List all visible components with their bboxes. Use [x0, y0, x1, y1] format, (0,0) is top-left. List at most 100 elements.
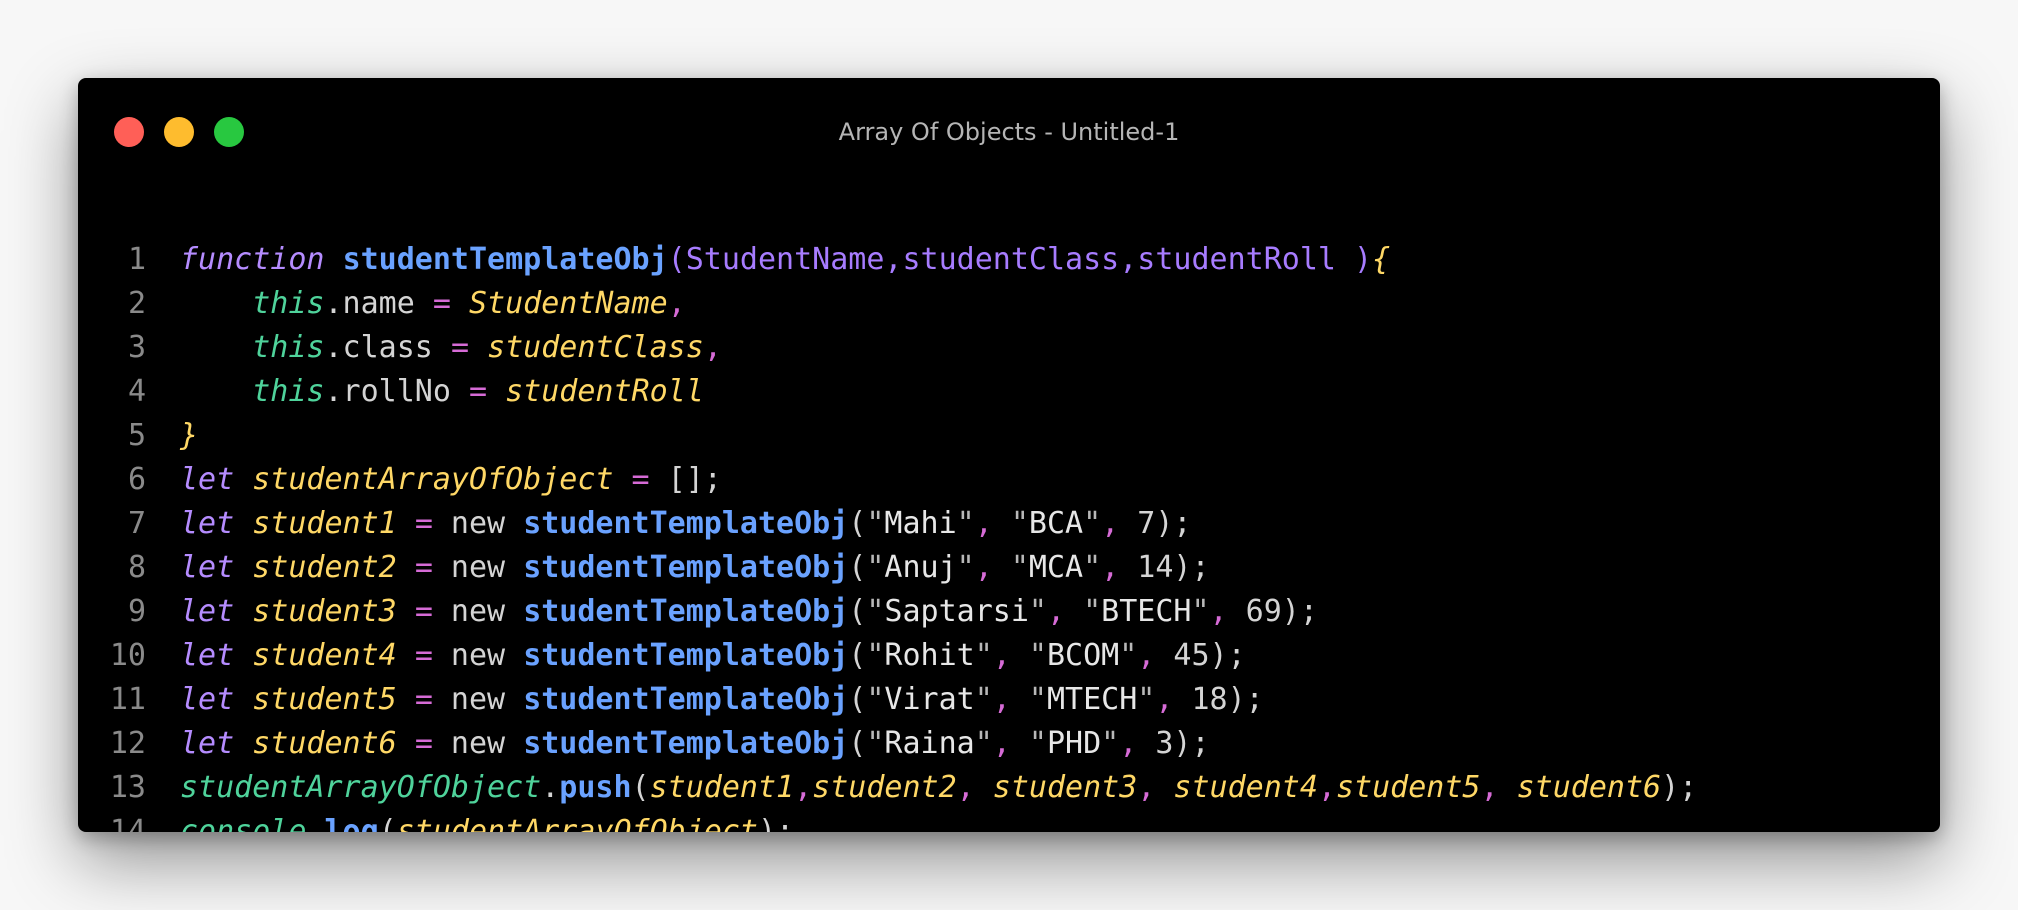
code-line[interactable]: 14 console.log(studentArrayOfObject);: [78, 810, 1940, 832]
code-token: (: [378, 814, 397, 832]
code-token: 14);: [1119, 550, 1210, 585]
code-content: let student3 = new studentTemplateObj("S…: [180, 590, 1318, 634]
line-number: 13: [109, 770, 146, 805]
code-content: let student4 = new studentTemplateObj("R…: [180, 634, 1246, 678]
code-token: ": [1028, 682, 1047, 717]
code-token: let: [180, 506, 235, 541]
code-token: ": [1137, 682, 1156, 717]
code-token: ,: [1480, 770, 1499, 805]
code-token: (: [631, 770, 650, 805]
code-token: studentTemplateObj: [523, 638, 849, 673]
code-token: Anuj: [884, 550, 957, 585]
code-token: student4: [1173, 770, 1318, 805]
code-line[interactable]: 9 let student3 = new studentTemplateObj("…: [78, 590, 1940, 634]
code-line[interactable]: 12 let student6 = new studentTemplateObj(…: [78, 722, 1940, 766]
code-token: new: [432, 682, 524, 717]
code-token: ": [1083, 594, 1102, 629]
code-token: let: [180, 462, 235, 497]
code-token: ,: [956, 770, 975, 805]
code-token: ,: [667, 286, 686, 321]
code-token: ": [866, 638, 885, 673]
code-token: Mahi: [884, 506, 957, 541]
code-line[interactable]: 13 studentArrayOfObject.push(student1,stu…: [78, 766, 1940, 810]
code-token: studentArrayOfObject: [396, 814, 758, 832]
code-token: 69);: [1227, 594, 1318, 629]
code-line[interactable]: 10 let student4 = new studentTemplateObj(…: [78, 634, 1940, 678]
code-token: studentTemplateObj: [523, 506, 849, 541]
code-token: push: [559, 770, 632, 805]
code-token: new: [432, 550, 524, 585]
code-token: =: [414, 594, 433, 629]
code-content: this.name = StudentName,: [180, 282, 686, 326]
code-token: Virat: [884, 682, 975, 717]
code-token: this: [252, 374, 325, 409]
code-token: MCA: [1028, 550, 1084, 585]
code-token: student6: [1516, 770, 1662, 805]
code-content: function studentTemplateObj(StudentName,…: [180, 238, 1390, 282]
code-token: BCA: [1028, 506, 1084, 541]
code-line[interactable]: 4 this.rollNo = studentRoll: [78, 370, 1940, 414]
code-token: ": [1083, 550, 1102, 585]
code-token: let: [180, 638, 235, 673]
code-line[interactable]: 3 this.class = studentClass,: [78, 326, 1940, 370]
code-line[interactable]: 2 this.name = StudentName,: [78, 282, 1940, 326]
line-number: 1: [127, 242, 146, 277]
code-token: student5: [1335, 770, 1481, 805]
code-token: ,: [1101, 506, 1120, 541]
code-token: ": [866, 550, 885, 585]
code-token: ": [974, 682, 993, 717]
code-token: =: [414, 550, 433, 585]
code-token: ,: [1137, 638, 1156, 673]
code-token: MTECH: [1046, 682, 1138, 717]
code-token: 7);: [1119, 506, 1192, 541]
code-line[interactable]: 6 let studentArrayOfObject = [];: [78, 458, 1940, 502]
code-token: console: [180, 814, 307, 832]
code-token: Rohit: [884, 638, 975, 673]
code-token: PHD: [1046, 726, 1102, 761]
code-line[interactable]: 7 let student1 = new studentTemplateObj("…: [78, 502, 1940, 546]
code-token: ,: [1155, 682, 1174, 717]
code-token: ": [866, 726, 885, 761]
code-line[interactable]: 8 let student2 = new studentTemplateObj("…: [78, 546, 1940, 590]
code-token: studentTemplateObj: [523, 550, 849, 585]
code-line[interactable]: 11 let student5 = new studentTemplateObj(…: [78, 678, 1940, 722]
code-line[interactable]: 1 function studentTemplateObj(StudentName…: [78, 238, 1940, 282]
code-area[interactable]: 1 function studentTemplateObj(StudentName…: [78, 238, 1940, 832]
code-token: ,: [992, 726, 1011, 761]
code-token: (: [667, 242, 686, 277]
code-token: .class: [324, 330, 451, 365]
code-token: student2: [252, 550, 397, 585]
code-token: ,: [1209, 594, 1228, 629]
line-number: 9: [127, 594, 146, 629]
code-content: console.log(studentArrayOfObject);: [180, 810, 794, 832]
code-token: StudentName: [469, 286, 668, 321]
code-line[interactable]: 5}: [78, 414, 1940, 458]
code-token: =: [631, 462, 650, 497]
code-token: studentTemplateObj: [523, 594, 849, 629]
code-token: student3: [252, 594, 397, 629]
code-token: studentTemplateObj: [523, 726, 849, 761]
code-token: =: [414, 726, 433, 761]
line-number: 11: [109, 682, 146, 717]
code-token: ": [1028, 594, 1047, 629]
code-token: (: [848, 550, 867, 585]
code-token: let: [180, 726, 235, 761]
code-token: ,: [1119, 242, 1138, 277]
code-token: ": [974, 638, 993, 673]
